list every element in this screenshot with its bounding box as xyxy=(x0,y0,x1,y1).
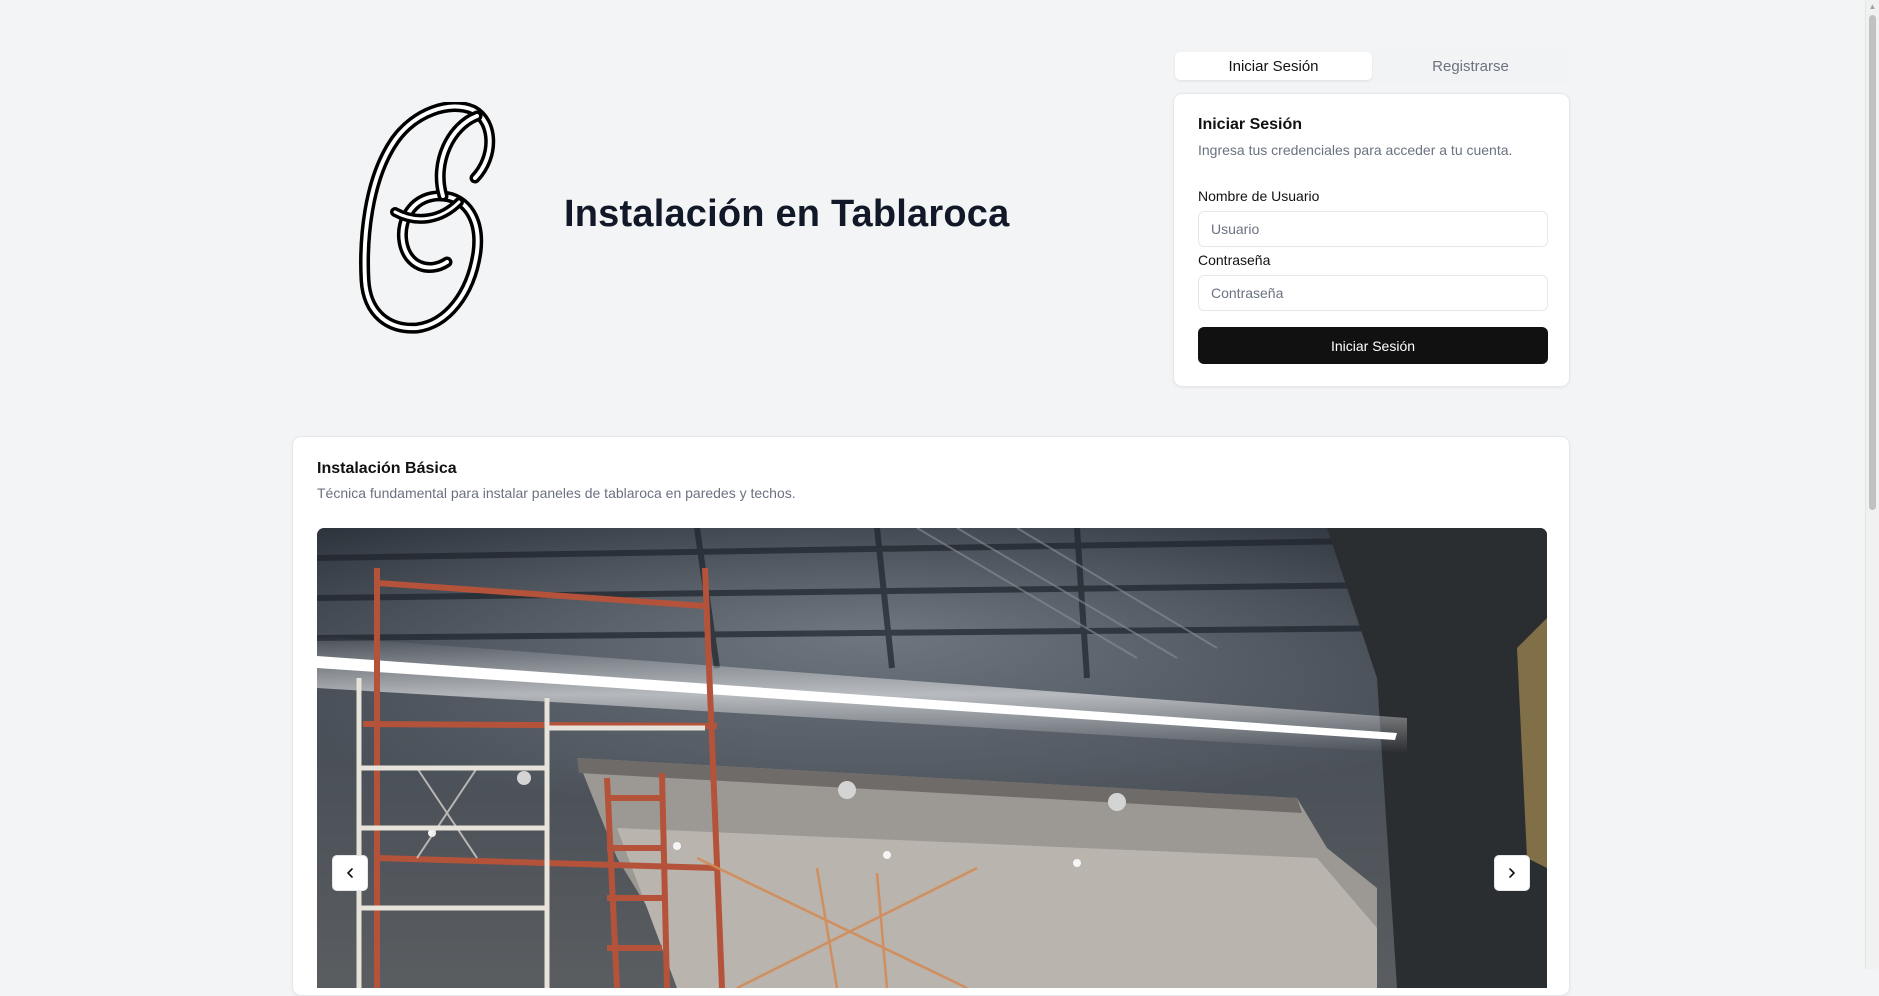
carousel-next-button[interactable] xyxy=(1494,855,1530,891)
page-scrollbar[interactable]: ▲ xyxy=(1865,0,1879,969)
chevron-left-icon xyxy=(347,868,353,878)
page-title: Instalación en Tablaroca xyxy=(564,193,1010,235)
auth-tabs: Iniciar Sesión Registrarse xyxy=(1173,49,1570,83)
login-card-description: Ingresa tus credenciales para acceder a … xyxy=(1198,142,1513,158)
swirl-g-logo xyxy=(359,102,496,334)
password-label: Contraseña xyxy=(1198,252,1271,268)
technique-description: Técnica fundamental para instalar panele… xyxy=(317,485,796,501)
password-input[interactable] xyxy=(1198,275,1548,311)
login-card-title: Iniciar Sesión xyxy=(1198,116,1303,133)
tab-registrarse[interactable]: Registrarse xyxy=(1372,52,1569,80)
technique-card: Instalación Básica Técnica fundamental p… xyxy=(292,436,1570,996)
technique-title: Instalación Básica xyxy=(317,460,457,477)
carousel-prev-button[interactable] xyxy=(332,855,368,891)
login-submit-button[interactable]: Iniciar Sesión xyxy=(1198,327,1548,364)
chevron-right-icon xyxy=(1509,868,1515,878)
tab-iniciar-sesion[interactable]: Iniciar Sesión xyxy=(1175,52,1372,80)
username-label: Nombre de Usuario xyxy=(1198,188,1320,204)
scroll-up-icon[interactable]: ▲ xyxy=(1866,0,1879,13)
carousel-image xyxy=(317,528,1547,988)
scrollbar-thumb[interactable] xyxy=(1869,15,1876,510)
username-input[interactable] xyxy=(1198,211,1548,247)
login-card: Iniciar Sesión Ingresa tus credenciales … xyxy=(1173,93,1570,387)
